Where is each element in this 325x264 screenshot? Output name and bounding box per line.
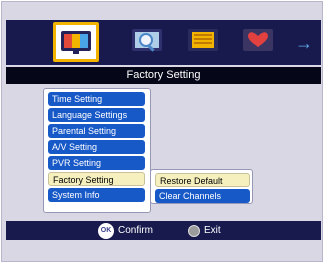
menu-item-system-info[interactable]: System Info [48, 188, 145, 202]
menu-item-language-settings[interactable]: Language Settings [48, 108, 145, 122]
exit-label: Exit [204, 225, 221, 236]
menu-item-factory-setting[interactable]: Factory Setting [48, 172, 145, 186]
menu-item-av-setting[interactable]: A/V Setting [48, 140, 145, 154]
settings-menu: Time Setting Language Settings Parental … [43, 88, 151, 213]
menu-item-time-setting[interactable]: Time Setting [48, 92, 145, 106]
heart-icon-graphic [243, 29, 273, 51]
submenu-item-restore-default[interactable]: Restore Default [155, 173, 250, 187]
exit-button-icon [188, 225, 200, 237]
menu-item-pvr-setting[interactable]: PVR Setting [48, 156, 145, 170]
search-icon-graphic [132, 29, 162, 52]
menu-item-parental-setting[interactable]: Parental Setting [48, 124, 145, 138]
book-icon[interactable] [186, 24, 220, 58]
factory-submenu: Restore Default Clear Channels [150, 169, 253, 204]
footer-bar: OK Confirm Exit [6, 221, 321, 240]
tv-channels-icon-graphic [61, 31, 91, 54]
heart-icon[interactable] [241, 24, 275, 58]
settings-screen: → Factory Setting Time Setting Language … [1, 1, 323, 262]
next-arrow-icon[interactable]: → [295, 34, 313, 52]
confirm-label: Confirm [118, 225, 154, 236]
tv-channels-icon[interactable] [53, 22, 99, 62]
top-icon-bar: → [6, 20, 321, 65]
page-title: Factory Setting [6, 67, 321, 84]
search-icon[interactable] [130, 24, 164, 58]
submenu-item-clear-channels[interactable]: Clear Channels [155, 189, 250, 203]
book-icon-graphic [188, 29, 218, 51]
ok-button-icon: OK [98, 223, 114, 239]
